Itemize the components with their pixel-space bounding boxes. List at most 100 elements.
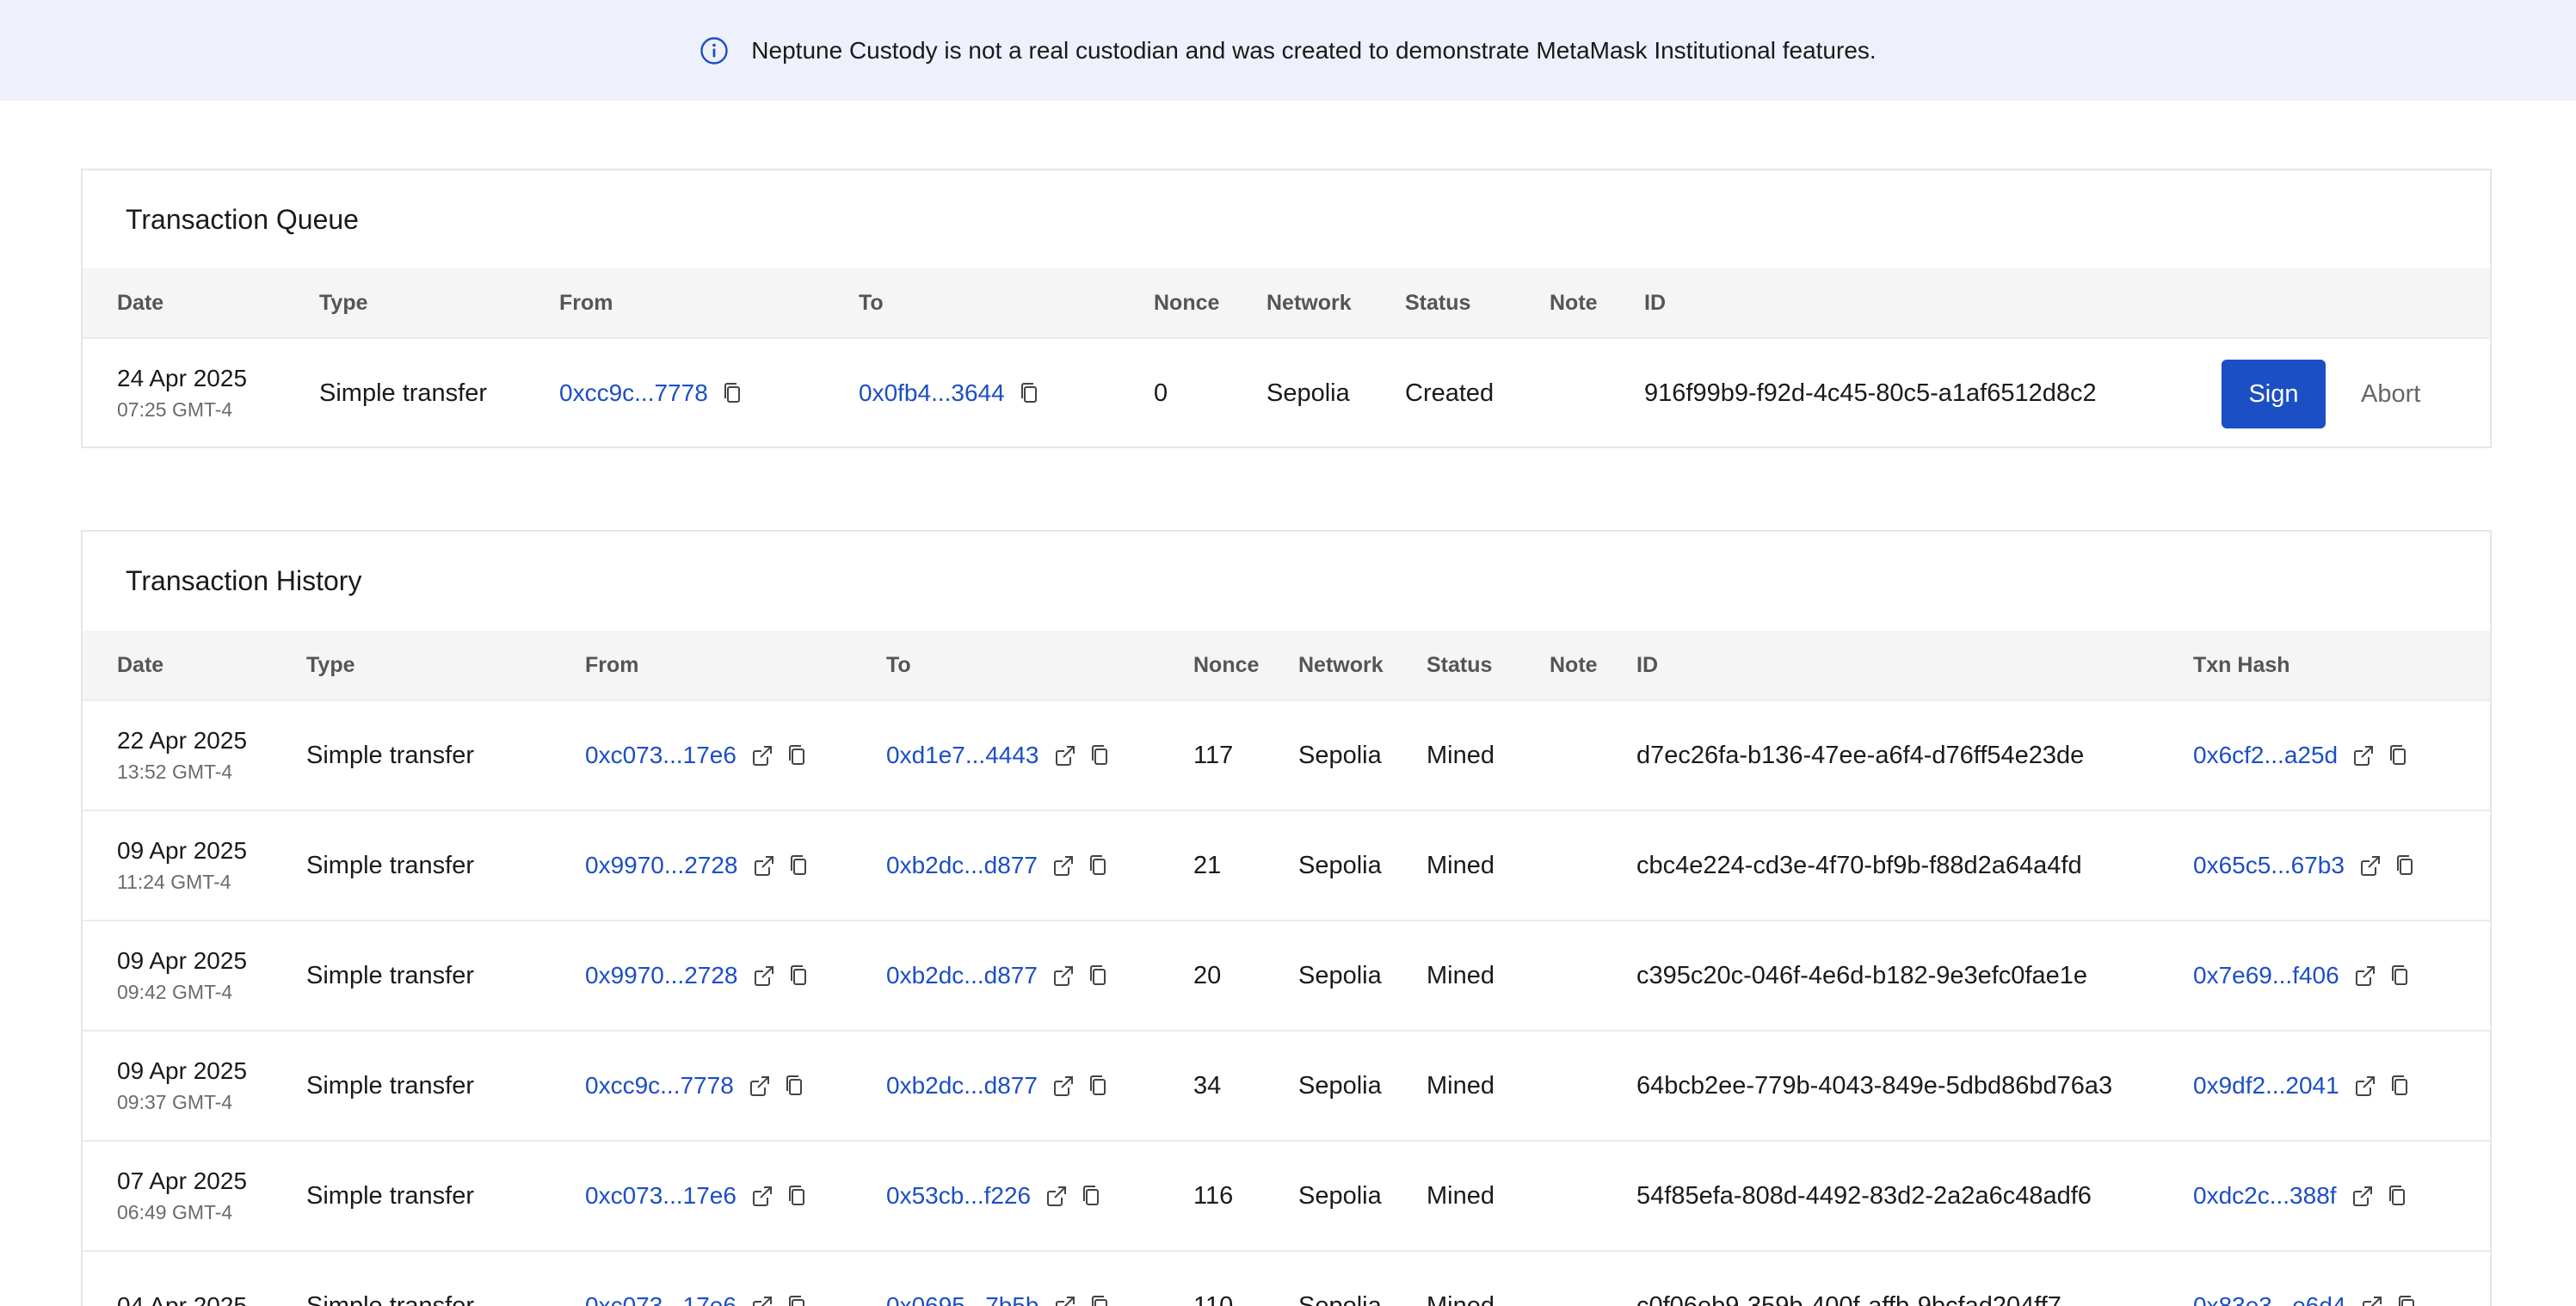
history-row: 07 Apr 2025 06:49 GMT-4 Simple transfer 0xc…: [83, 1140, 2490, 1250]
external-link-icon[interactable]: [750, 963, 776, 989]
abort-button[interactable]: Abort: [2361, 360, 2420, 428]
external-link-icon[interactable]: [1050, 853, 1075, 878]
external-link-icon[interactable]: [2358, 1293, 2384, 1306]
column-header-network: Network: [1266, 291, 1352, 315]
info-banner: Neptune Custody is not a real custodian …: [0, 0, 2576, 101]
copy-icon[interactable]: [1086, 853, 1112, 878]
copy-icon[interactable]: [786, 963, 812, 989]
txn-hash-link[interactable]: 0xdc2c...388f: [2193, 1182, 2337, 1210]
txn-hash-link[interactable]: 0x83e3...e6d4: [2193, 1292, 2346, 1306]
time-text: 09:42 GMT-4: [117, 981, 233, 1003]
date-cell: 09 Apr 2025 11:24 GMT-4: [117, 811, 247, 920]
copy-icon[interactable]: [1017, 380, 1043, 406]
copy-icon[interactable]: [2388, 1073, 2413, 1099]
copy-icon[interactable]: [720, 380, 746, 406]
from-address-link[interactable]: 0xcc9c...7778: [559, 379, 708, 407]
copy-icon[interactable]: [785, 1183, 810, 1209]
external-link-icon[interactable]: [2351, 963, 2377, 989]
copy-icon[interactable]: [2393, 853, 2419, 878]
network-cell: Sepolia: [1298, 961, 1382, 989]
column-header-from: From: [559, 291, 613, 315]
external-link-icon[interactable]: [2351, 1073, 2377, 1099]
external-link-icon[interactable]: [2349, 1183, 2375, 1209]
from-address-link[interactable]: 0x9970...2728: [585, 852, 738, 879]
external-link-icon[interactable]: [750, 853, 776, 878]
copy-icon[interactable]: [2386, 742, 2412, 768]
history-row: 22 Apr 2025 13:52 GMT-4 Simple transfer 0xc…: [83, 699, 2490, 810]
external-link-icon[interactable]: [749, 742, 774, 768]
nonce-cell: 34: [1193, 1071, 1222, 1100]
transaction-history-body: 22 Apr 2025 13:52 GMT-4 Simple transfer 0xc…: [83, 699, 2490, 1306]
to-address-link[interactable]: 0x0695...7b5b: [886, 1292, 1039, 1306]
network-cell: Sepolia: [1298, 741, 1382, 769]
status-cell: Mined: [1427, 741, 1494, 769]
status-cell: Mined: [1427, 1181, 1494, 1210]
from-address-link[interactable]: 0xc073...17e6: [585, 1182, 736, 1210]
external-link-icon[interactable]: [1051, 742, 1077, 768]
copy-icon[interactable]: [1088, 742, 1113, 768]
txn-hash-cell: 0x65c5...67b3: [2193, 811, 2419, 920]
to-address-link[interactable]: 0xb2dc...d877: [886, 852, 1038, 879]
queue-row: 24 Apr 2025 07:25 GMT-4 Simple transfer 0xc…: [83, 337, 2490, 447]
copy-icon[interactable]: [2388, 963, 2413, 989]
copy-icon[interactable]: [782, 1073, 808, 1099]
network-cell: Sepolia: [1298, 1071, 1382, 1100]
to-address-link[interactable]: 0x0fb4...3644: [859, 379, 1005, 407]
column-header-from: From: [585, 653, 639, 677]
copy-icon[interactable]: [1079, 1183, 1105, 1209]
column-header-to: To: [886, 653, 911, 677]
network-cell: Sepolia: [1298, 1291, 1382, 1306]
to-address-link[interactable]: 0xb2dc...d877: [886, 962, 1038, 989]
to-cell: 0xb2dc...d877: [886, 811, 1112, 920]
type-cell: Simple transfer: [319, 379, 488, 407]
external-link-icon[interactable]: [749, 1293, 774, 1306]
from-address-link[interactable]: 0xc073...17e6: [585, 1292, 736, 1306]
time-text: 06:49 GMT-4: [117, 1201, 233, 1223]
column-header-note: Note: [1550, 653, 1598, 677]
external-link-icon[interactable]: [749, 1183, 774, 1209]
id-cell: d7ec26fa-b136-47ee-a6f4-d76ff54e23de: [1636, 741, 2085, 769]
external-link-icon[interactable]: [2350, 742, 2376, 768]
copy-icon[interactable]: [2385, 1183, 2411, 1209]
txn-hash-cell: 0x7e69...f406: [2193, 921, 2413, 1030]
from-address-link[interactable]: 0xcc9c...7778: [585, 1072, 734, 1100]
external-link-icon[interactable]: [746, 1073, 772, 1099]
txn-hash-cell: 0x9df2...2041: [2193, 1032, 2413, 1140]
from-cell: 0xc073...17e6: [585, 1142, 810, 1250]
copy-icon[interactable]: [1086, 1073, 1112, 1099]
nonce-cell: 116: [1193, 1181, 1234, 1210]
column-header-type: Type: [306, 653, 355, 677]
external-link-icon[interactable]: [1051, 1293, 1077, 1306]
external-link-icon[interactable]: [2357, 853, 2382, 878]
to-address-link[interactable]: 0xb2dc...d877: [886, 1072, 1038, 1100]
date-cell: 22 Apr 2025 13:52 GMT-4: [117, 701, 247, 810]
external-link-icon[interactable]: [1043, 1183, 1069, 1209]
txn-hash-link[interactable]: 0x9df2...2041: [2193, 1072, 2339, 1100]
copy-icon[interactable]: [786, 853, 812, 878]
to-address-link[interactable]: 0xd1e7...4443: [886, 742, 1039, 769]
from-address-link[interactable]: 0x9970...2728: [585, 962, 738, 989]
from-address-link[interactable]: 0xc073...17e6: [585, 742, 736, 769]
copy-icon[interactable]: [785, 742, 810, 768]
copy-icon[interactable]: [1086, 963, 1112, 989]
history-row: 04 Apr 2025 Simple transfer 0xc073...17e6 0…: [83, 1250, 2490, 1306]
external-link-icon[interactable]: [1050, 1073, 1075, 1099]
column-header-nonce: Nonce: [1193, 653, 1260, 677]
from-cell: 0xc073...17e6: [585, 1252, 810, 1306]
sign-button[interactable]: Sign: [2222, 360, 2326, 428]
txn-hash-link[interactable]: 0x6cf2...a25d: [2193, 742, 2338, 769]
copy-icon[interactable]: [2394, 1293, 2420, 1306]
column-header-type: Type: [319, 291, 368, 315]
copy-icon[interactable]: [1088, 1293, 1113, 1306]
date-text: 24 Apr 2025: [117, 365, 248, 391]
to-address-link[interactable]: 0x53cb...f226: [886, 1182, 1031, 1210]
date-text: 09 Apr 2025: [117, 837, 248, 864]
transaction-queue-title: Transaction Queue: [126, 203, 359, 235]
column-header-note: Note: [1550, 291, 1598, 315]
date-text: 04 Apr 2025: [117, 1292, 248, 1306]
copy-icon[interactable]: [785, 1293, 810, 1306]
external-link-icon[interactable]: [1050, 963, 1075, 989]
txn-hash-link[interactable]: 0x65c5...67b3: [2193, 852, 2345, 879]
txn-hash-link[interactable]: 0x7e69...f406: [2193, 962, 2339, 989]
date-cell: 09 Apr 2025 09:37 GMT-4: [117, 1032, 247, 1140]
